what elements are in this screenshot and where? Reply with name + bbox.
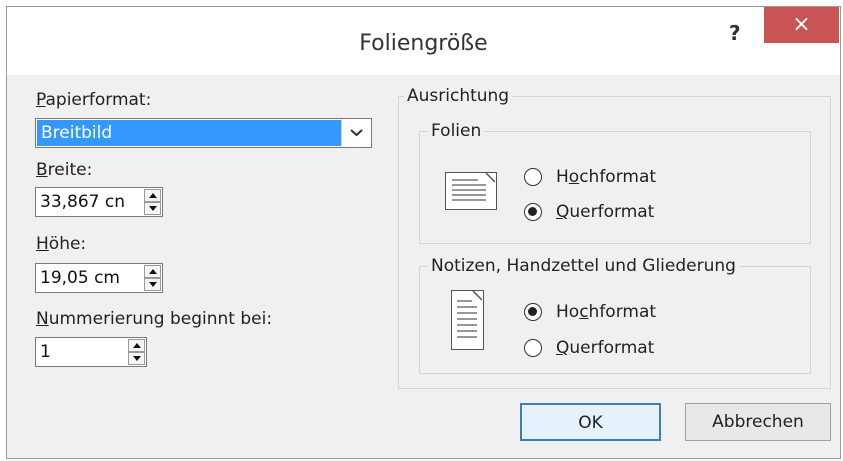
slides-portrait-radio[interactable]: [524, 168, 542, 186]
help-button[interactable]: ?: [729, 21, 741, 45]
portrait-page-icon: [451, 290, 484, 350]
title-bar: Foliengröße ? ×: [7, 7, 840, 75]
spin-arrows-icon: [128, 339, 145, 365]
landscape-page-icon: [445, 172, 497, 210]
paper-format-accesskey: P: [36, 90, 46, 110]
slides-landscape-accesskey: Q: [556, 202, 570, 222]
ok-button[interactable]: OK: [520, 403, 661, 441]
slides-landscape-post: uerformat: [569, 202, 655, 222]
spin-arrows-icon: [144, 189, 161, 215]
slides-portrait-post: chformat: [579, 167, 657, 187]
orientation-legend: Ausrichtung: [404, 86, 513, 106]
width-label: Breite:: [36, 160, 92, 180]
notes-portrait-pre: Ho: [556, 302, 580, 322]
numbering-spinner[interactable]: 1: [35, 337, 147, 367]
slides-landscape-label[interactable]: Querformat: [556, 202, 654, 222]
radio-selected-dot: [528, 207, 537, 216]
notes-landscape-post: uerformat: [569, 338, 655, 358]
notes-landscape-radio[interactable]: [524, 339, 542, 357]
width-decrement-button[interactable]: [144, 202, 161, 215]
notes-portrait-label[interactable]: Hochformat: [556, 302, 656, 322]
numbering-value: 1: [40, 342, 51, 362]
paper-format-label: Papierformat:: [36, 90, 151, 110]
notes-landscape-label[interactable]: Querformat: [556, 338, 654, 358]
numbering-decrement-button[interactable]: [128, 352, 145, 365]
height-increment-button[interactable]: [144, 265, 161, 278]
numbering-label-text: ummerierung beginnt bei:: [48, 309, 273, 329]
slides-portrait-label[interactable]: Hochformat: [556, 167, 656, 187]
notes-portrait-radio[interactable]: [524, 303, 542, 321]
dialog-title: Foliengröße: [359, 31, 488, 56]
width-value: 33,867 cn: [40, 192, 126, 212]
paper-format-select[interactable]: Breitbild: [35, 118, 372, 148]
close-button[interactable]: ×: [764, 7, 839, 43]
slides-portrait-accesskey: o: [568, 167, 580, 187]
height-decrement-button[interactable]: [144, 278, 161, 291]
width-label-text: reite:: [47, 160, 93, 180]
notes-landscape-accesskey: Q: [556, 338, 570, 358]
height-spinner[interactable]: 19,05 cm: [35, 263, 163, 293]
height-label: Höhe:: [36, 234, 86, 254]
height-accesskey: H: [36, 234, 49, 254]
notes-portrait-post: hformat: [588, 302, 657, 322]
slides-legend: Folien: [428, 121, 485, 141]
radio-selected-dot: [528, 307, 537, 316]
numbering-label: Nummerierung beginnt bei:: [36, 309, 272, 329]
width-increment-button[interactable]: [144, 189, 161, 202]
cancel-button[interactable]: Abbrechen: [685, 403, 831, 441]
numbering-accesskey: N: [36, 309, 49, 329]
notes-portrait-accesskey: c: [579, 302, 589, 322]
chevron-down-icon[interactable]: [341, 119, 371, 147]
width-accesskey: B: [36, 160, 48, 180]
height-value: 19,05 cm: [40, 268, 120, 288]
width-spinner[interactable]: 33,867 cn: [35, 187, 163, 217]
numbering-increment-button[interactable]: [128, 339, 145, 352]
slides-portrait-pre: H: [556, 167, 569, 187]
slides-landscape-radio[interactable]: [524, 203, 542, 221]
spin-arrows-icon: [144, 265, 161, 291]
paper-format-value: Breitbild: [37, 120, 341, 146]
notes-legend: Notizen, Handzettel und Gliederung: [428, 256, 739, 276]
height-label-text: öhe:: [48, 234, 87, 254]
slide-size-dialog: Foliengröße ? × Papierformat: Breitbild …: [6, 6, 841, 459]
paper-format-label-text: apierformat:: [45, 90, 152, 110]
